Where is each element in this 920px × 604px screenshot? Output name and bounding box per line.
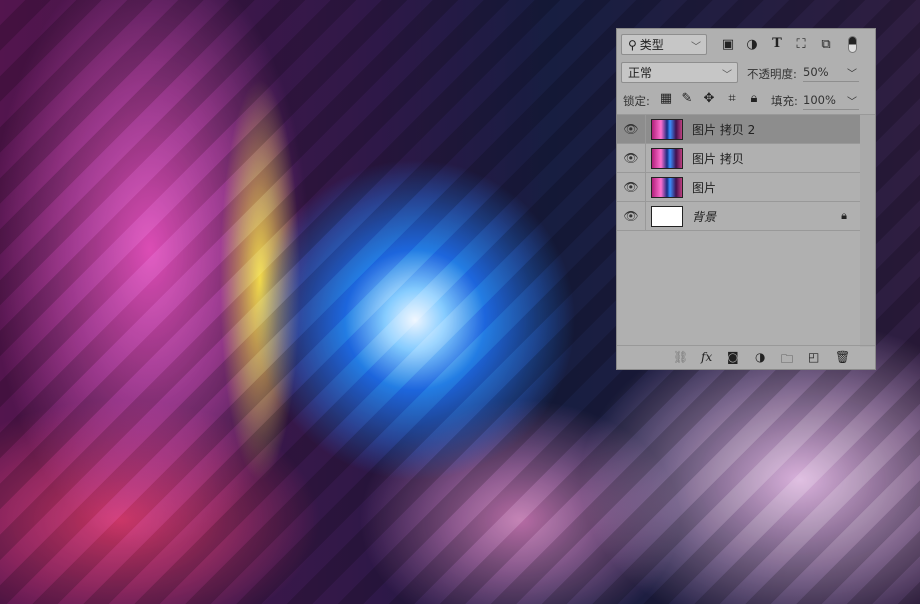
- chevron-down-icon: ﹀: [691, 42, 701, 53]
- lock-position-icon[interactable]: ✥: [700, 91, 718, 106]
- smart-object-filter-icon[interactable]: ⧉: [817, 37, 835, 52]
- fx-icon[interactable]: fx: [701, 350, 712, 364]
- mask-icon[interactable]: ◙: [727, 350, 739, 364]
- new-layer-icon[interactable]: ◰: [808, 350, 819, 364]
- text-filter-icon[interactable]: T: [768, 36, 786, 51]
- chevron-down-icon: ﹀: [847, 69, 857, 80]
- visibility-eye-icon[interactable]: 👁︎: [617, 115, 646, 143]
- shape-filter-icon[interactable]: ⛶: [792, 37, 810, 52]
- layer-row[interactable]: 👁︎ 图片 拷贝 2: [617, 115, 861, 144]
- trash-icon[interactable]: 🗑︎: [835, 350, 850, 364]
- scrollbar[interactable]: [860, 115, 875, 347]
- image-filter-icon[interactable]: ▣: [719, 37, 737, 52]
- blend-mode-select[interactable]: 正常 ﹀: [621, 62, 738, 83]
- layer-thumbnail: [651, 118, 683, 140]
- folder-icon[interactable]: 🗀: [781, 350, 793, 371]
- layer-row[interactable]: 👁︎ 图片: [617, 173, 861, 202]
- lock-artboard-icon[interactable]: ⌗: [723, 91, 741, 106]
- lock-label: 锁定:: [623, 94, 650, 108]
- adjustment-filter-icon[interactable]: ◑: [743, 37, 761, 52]
- panel-footer: ⛓ fx ◙ ◑ 🗀 ◰ 🗑︎: [617, 345, 875, 369]
- link-icon[interactable]: ⛓: [673, 350, 688, 364]
- layer-row[interactable]: 👁︎ 背景 🔒︎: [617, 202, 861, 231]
- lock-all-icon[interactable]: 🔒︎: [745, 91, 763, 106]
- layer-thumbnail: [651, 147, 683, 169]
- layers-panel: ⚲ 类型 ﹀ ▣ ◑ T ⛶ ⧉ 正常 ﹀ 不透明度: 50% ﹀ 锁定: ▦ ✎ ✥ …: [616, 28, 876, 370]
- opacity-label: 不透明度:: [747, 67, 797, 81]
- layer-filter-select[interactable]: ⚲ 类型 ﹀: [621, 34, 707, 55]
- layer-row[interactable]: 👁︎ 图片 拷贝: [617, 144, 861, 173]
- chevron-down-icon: ﹀: [722, 70, 732, 81]
- layer-thumbnail: [651, 205, 683, 227]
- lock-transparent-icon[interactable]: ▦: [657, 91, 675, 106]
- fill-input[interactable]: 100% ﹀: [803, 90, 859, 110]
- visibility-eye-icon[interactable]: 👁︎: [617, 173, 646, 201]
- visibility-eye-icon[interactable]: 👁︎: [617, 144, 646, 172]
- lock-icon: 🔒︎: [841, 209, 847, 222]
- opacity-input[interactable]: 50% ﹀: [803, 62, 859, 82]
- adjustment-layer-icon[interactable]: ◑: [755, 350, 765, 364]
- search-icon: ⚲: [628, 37, 637, 52]
- layer-thumbnail: [651, 176, 683, 198]
- visibility-eye-icon[interactable]: 👁︎: [617, 202, 646, 230]
- fill-label: 填充:: [771, 94, 798, 108]
- lock-paint-icon[interactable]: ✎: [678, 91, 696, 106]
- filter-toggle-icon[interactable]: [848, 36, 857, 53]
- chevron-down-icon: ﹀: [847, 97, 857, 108]
